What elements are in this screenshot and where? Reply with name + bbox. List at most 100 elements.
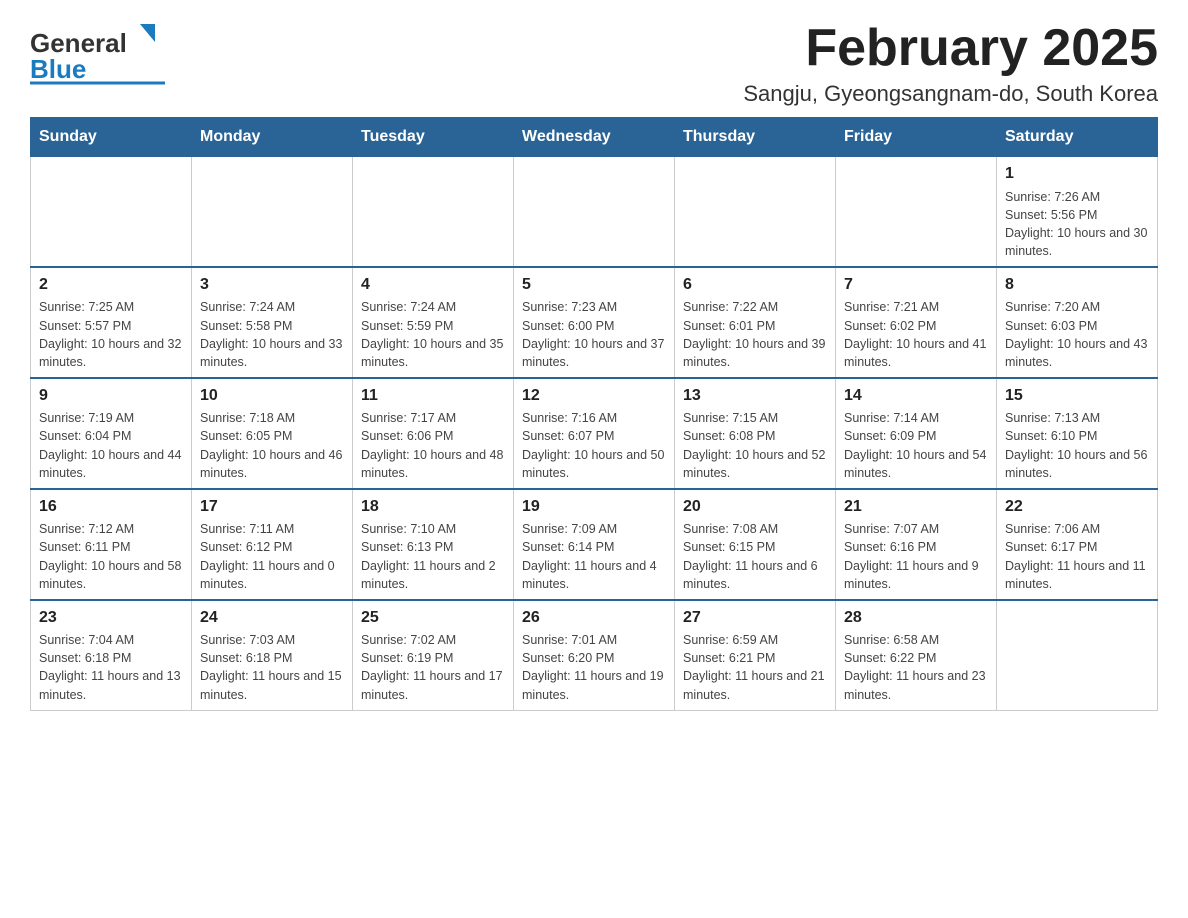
day-info: Sunrise: 7:11 AMSunset: 6:12 PMDaylight:…	[200, 520, 344, 593]
table-row	[997, 600, 1158, 710]
day-info: Sunrise: 7:02 AMSunset: 6:19 PMDaylight:…	[361, 631, 505, 704]
table-row: 24Sunrise: 7:03 AMSunset: 6:18 PMDayligh…	[192, 600, 353, 710]
table-row: 15Sunrise: 7:13 AMSunset: 6:10 PMDayligh…	[997, 378, 1158, 489]
day-info: Sunrise: 6:59 AMSunset: 6:21 PMDaylight:…	[683, 631, 827, 704]
table-row: 26Sunrise: 7:01 AMSunset: 6:20 PMDayligh…	[514, 600, 675, 710]
table-row: 16Sunrise: 7:12 AMSunset: 6:11 PMDayligh…	[31, 489, 192, 600]
day-number: 20	[683, 496, 827, 518]
day-info: Sunrise: 7:17 AMSunset: 6:06 PMDaylight:…	[361, 409, 505, 482]
day-number: 18	[361, 496, 505, 518]
day-info: Sunrise: 6:58 AMSunset: 6:22 PMDaylight:…	[844, 631, 988, 704]
day-info: Sunrise: 7:07 AMSunset: 6:16 PMDaylight:…	[844, 520, 988, 593]
table-row: 2Sunrise: 7:25 AMSunset: 5:57 PMDaylight…	[31, 267, 192, 378]
day-info: Sunrise: 7:03 AMSunset: 6:18 PMDaylight:…	[200, 631, 344, 704]
day-number: 22	[1005, 496, 1149, 518]
day-number: 13	[683, 385, 827, 407]
day-info: Sunrise: 7:19 AMSunset: 6:04 PMDaylight:…	[39, 409, 183, 482]
day-info: Sunrise: 7:23 AMSunset: 6:00 PMDaylight:…	[522, 298, 666, 371]
table-row: 12Sunrise: 7:16 AMSunset: 6:07 PMDayligh…	[514, 378, 675, 489]
day-info: Sunrise: 7:26 AMSunset: 5:56 PMDaylight:…	[1005, 188, 1149, 261]
table-row	[31, 157, 192, 267]
table-row: 28Sunrise: 6:58 AMSunset: 6:22 PMDayligh…	[836, 600, 997, 710]
day-info: Sunrise: 7:24 AMSunset: 5:58 PMDaylight:…	[200, 298, 344, 371]
day-number: 9	[39, 385, 183, 407]
day-info: Sunrise: 7:15 AMSunset: 6:08 PMDaylight:…	[683, 409, 827, 482]
table-row	[353, 157, 514, 267]
day-info: Sunrise: 7:18 AMSunset: 6:05 PMDaylight:…	[200, 409, 344, 482]
day-number: 12	[522, 385, 666, 407]
table-row: 5Sunrise: 7:23 AMSunset: 6:00 PMDaylight…	[514, 267, 675, 378]
table-row: 27Sunrise: 6:59 AMSunset: 6:21 PMDayligh…	[675, 600, 836, 710]
table-row	[192, 157, 353, 267]
day-info: Sunrise: 7:14 AMSunset: 6:09 PMDaylight:…	[844, 409, 988, 482]
calendar-week-row: 23Sunrise: 7:04 AMSunset: 6:18 PMDayligh…	[31, 600, 1158, 710]
table-row: 9Sunrise: 7:19 AMSunset: 6:04 PMDaylight…	[31, 378, 192, 489]
table-row: 21Sunrise: 7:07 AMSunset: 6:16 PMDayligh…	[836, 489, 997, 600]
table-row: 17Sunrise: 7:11 AMSunset: 6:12 PMDayligh…	[192, 489, 353, 600]
day-info: Sunrise: 7:24 AMSunset: 5:59 PMDaylight:…	[361, 298, 505, 371]
table-row	[675, 157, 836, 267]
day-info: Sunrise: 7:01 AMSunset: 6:20 PMDaylight:…	[522, 631, 666, 704]
day-number: 28	[844, 607, 988, 629]
day-number: 10	[200, 385, 344, 407]
table-row: 3Sunrise: 7:24 AMSunset: 5:58 PMDaylight…	[192, 267, 353, 378]
table-row: 8Sunrise: 7:20 AMSunset: 6:03 PMDaylight…	[997, 267, 1158, 378]
page-header: General Blue February 2025 Sangju, Gyeon…	[30, 20, 1158, 107]
day-info: Sunrise: 7:22 AMSunset: 6:01 PMDaylight:…	[683, 298, 827, 371]
svg-text:Blue: Blue	[30, 54, 86, 84]
calendar-title: February 2025	[743, 20, 1158, 77]
table-row: 11Sunrise: 7:17 AMSunset: 6:06 PMDayligh…	[353, 378, 514, 489]
header-wednesday: Wednesday	[514, 118, 675, 157]
day-number: 11	[361, 385, 505, 407]
table-row: 18Sunrise: 7:10 AMSunset: 6:13 PMDayligh…	[353, 489, 514, 600]
calendar-week-row: 1 Sunrise: 7:26 AMSunset: 5:56 PMDaylight…	[31, 157, 1158, 267]
day-number: 19	[522, 496, 666, 518]
title-block: February 2025 Sangju, Gyeongsangnam-do, …	[743, 20, 1158, 107]
table-row: 14Sunrise: 7:14 AMSunset: 6:09 PMDayligh…	[836, 378, 997, 489]
table-row: 1 Sunrise: 7:26 AMSunset: 5:56 PMDaylight…	[997, 157, 1158, 267]
day-info: Sunrise: 7:10 AMSunset: 6:13 PMDaylight:…	[361, 520, 505, 593]
header-tuesday: Tuesday	[353, 118, 514, 157]
day-number: 26	[522, 607, 666, 629]
day-number: 5	[522, 274, 666, 296]
calendar-week-row: 9Sunrise: 7:19 AMSunset: 6:04 PMDaylight…	[31, 378, 1158, 489]
calendar-header-row: Sunday Monday Tuesday Wednesday Thursday…	[31, 118, 1158, 157]
table-row	[514, 157, 675, 267]
day-number: 21	[844, 496, 988, 518]
day-info: Sunrise: 7:20 AMSunset: 6:03 PMDaylight:…	[1005, 298, 1149, 371]
day-info: Sunrise: 7:09 AMSunset: 6:14 PMDaylight:…	[522, 520, 666, 593]
table-row: 6Sunrise: 7:22 AMSunset: 6:01 PMDaylight…	[675, 267, 836, 378]
day-number: 1	[1005, 163, 1149, 185]
calendar-week-row: 2Sunrise: 7:25 AMSunset: 5:57 PMDaylight…	[31, 267, 1158, 378]
day-number: 14	[844, 385, 988, 407]
table-row: 4Sunrise: 7:24 AMSunset: 5:59 PMDaylight…	[353, 267, 514, 378]
day-number: 6	[683, 274, 827, 296]
table-row: 25Sunrise: 7:02 AMSunset: 6:19 PMDayligh…	[353, 600, 514, 710]
day-number: 3	[200, 274, 344, 296]
day-number: 15	[1005, 385, 1149, 407]
day-info: Sunrise: 7:06 AMSunset: 6:17 PMDaylight:…	[1005, 520, 1149, 593]
table-row	[836, 157, 997, 267]
day-number: 23	[39, 607, 183, 629]
day-info: Sunrise: 7:08 AMSunset: 6:15 PMDaylight:…	[683, 520, 827, 593]
day-number: 17	[200, 496, 344, 518]
header-thursday: Thursday	[675, 118, 836, 157]
table-row: 10Sunrise: 7:18 AMSunset: 6:05 PMDayligh…	[192, 378, 353, 489]
calendar-subtitle: Sangju, Gyeongsangnam-do, South Korea	[743, 81, 1158, 107]
day-info: Sunrise: 7:25 AMSunset: 5:57 PMDaylight:…	[39, 298, 183, 371]
day-number: 2	[39, 274, 183, 296]
table-row: 20Sunrise: 7:08 AMSunset: 6:15 PMDayligh…	[675, 489, 836, 600]
table-row: 22Sunrise: 7:06 AMSunset: 6:17 PMDayligh…	[997, 489, 1158, 600]
logo-svg: General Blue	[30, 20, 170, 85]
day-number: 7	[844, 274, 988, 296]
table-row: 19Sunrise: 7:09 AMSunset: 6:14 PMDayligh…	[514, 489, 675, 600]
day-number: 8	[1005, 274, 1149, 296]
day-number: 27	[683, 607, 827, 629]
day-info: Sunrise: 7:04 AMSunset: 6:18 PMDaylight:…	[39, 631, 183, 704]
day-number: 16	[39, 496, 183, 518]
logo: General Blue	[30, 20, 170, 85]
day-info: Sunrise: 7:12 AMSunset: 6:11 PMDaylight:…	[39, 520, 183, 593]
day-info: Sunrise: 7:21 AMSunset: 6:02 PMDaylight:…	[844, 298, 988, 371]
calendar-week-row: 16Sunrise: 7:12 AMSunset: 6:11 PMDayligh…	[31, 489, 1158, 600]
table-row: 23Sunrise: 7:04 AMSunset: 6:18 PMDayligh…	[31, 600, 192, 710]
